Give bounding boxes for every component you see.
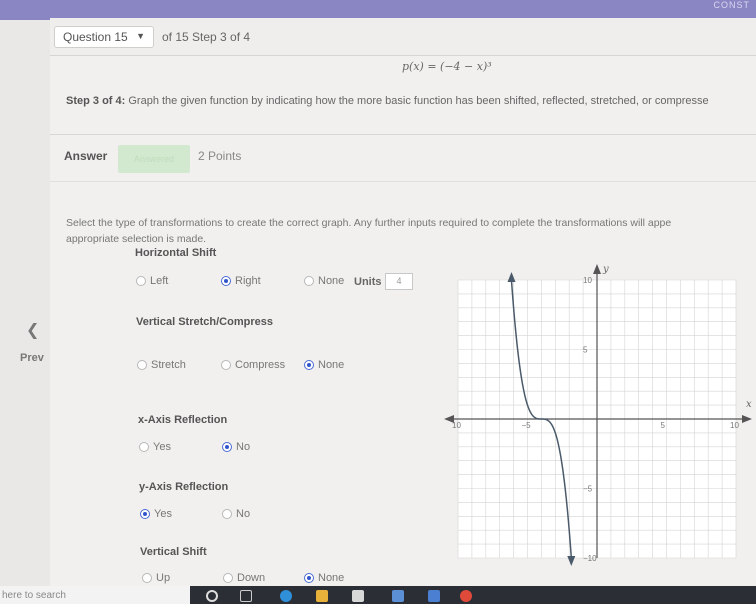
answer-label: Answer xyxy=(64,149,108,163)
radio-x-reflection-no[interactable]: No xyxy=(222,441,250,453)
radio-stretch-none[interactable]: None xyxy=(304,359,344,371)
x-tick-label: 10 xyxy=(452,421,461,430)
taskbar-search-input[interactable]: here to search xyxy=(0,586,190,604)
radio-shift-none[interactable]: None xyxy=(304,572,344,584)
step-text: Graph the given function by indicating h… xyxy=(128,95,709,107)
app-icon[interactable] xyxy=(428,590,440,602)
radio-selected-icon xyxy=(304,573,314,583)
y-tick-label: −10 xyxy=(583,554,597,563)
option-label: No xyxy=(236,508,251,520)
transformation-graph[interactable]: x y 10 −5 5 10 10 5 −5 −10 xyxy=(438,260,756,580)
radio-stretch[interactable]: Stretch xyxy=(137,359,186,371)
instructions: Select the type of transformations to cr… xyxy=(66,215,756,247)
radio-icon xyxy=(137,360,147,370)
x-reflection-title: x-Axis Reflection xyxy=(138,414,228,426)
y-tick-label: −5 xyxy=(583,485,593,494)
x-tick-label: 5 xyxy=(661,421,666,430)
y-axis-label: y xyxy=(602,264,609,275)
option-label: Down xyxy=(237,572,266,584)
question-select[interactable]: Question 15 ▼ xyxy=(54,26,154,48)
radio-selected-icon xyxy=(222,442,232,452)
step-indicator: of 15 Step 3 of 4 xyxy=(162,30,251,44)
vertical-shift-title: Vertical Shift xyxy=(140,546,207,558)
task-view-icon[interactable] xyxy=(240,590,252,602)
x-tick-label: −5 xyxy=(522,421,532,430)
radio-icon xyxy=(304,276,314,286)
option-label: Compress xyxy=(235,359,286,371)
app-icon[interactable] xyxy=(392,590,404,602)
step-label: Step 3 of 4: xyxy=(66,95,126,107)
y-reflection-title: y-Axis Reflection xyxy=(139,481,229,493)
radio-horizontal-right[interactable]: Right xyxy=(221,275,261,287)
top-bar xyxy=(0,0,756,20)
instructions-line-2: appropriate selection is made. xyxy=(66,233,207,245)
radio-y-reflection-yes[interactable]: Yes xyxy=(140,508,172,520)
radio-compress[interactable]: Compress xyxy=(221,359,285,371)
prev-button[interactable]: Prev xyxy=(20,352,44,364)
option-label: Stretch xyxy=(151,359,186,371)
option-label: Right xyxy=(235,275,261,287)
radio-icon xyxy=(136,276,146,286)
option-label: Yes xyxy=(153,441,171,453)
divider xyxy=(50,134,756,135)
radio-shift-down[interactable]: Down xyxy=(223,572,265,584)
vertical-stretch-title: Vertical Stretch/Compress xyxy=(136,316,273,328)
chrome-icon[interactable] xyxy=(460,590,472,602)
store-icon[interactable] xyxy=(352,590,364,602)
option-label: Left xyxy=(150,275,169,287)
option-label: Up xyxy=(156,572,171,584)
divider xyxy=(50,181,756,182)
y-tick-label: 5 xyxy=(583,346,588,355)
chevron-left-icon[interactable]: ❮ xyxy=(26,320,39,340)
x-tick-label: 10 xyxy=(730,421,739,430)
option-label: None xyxy=(318,275,345,287)
instructions-line-1: Select the type of transformations to cr… xyxy=(66,217,672,229)
y-axis-arrow-up-icon xyxy=(593,264,601,274)
file-explorer-icon[interactable] xyxy=(316,590,328,602)
x-axis-arrow-right-icon xyxy=(742,415,752,423)
radio-y-reflection-no[interactable]: No xyxy=(222,508,250,520)
option-label: No xyxy=(236,441,251,453)
radio-icon xyxy=(139,442,149,452)
step-description: Step 3 of 4: Graph the given function by… xyxy=(66,95,709,107)
option-label: None xyxy=(318,572,345,584)
radio-horizontal-left[interactable]: Left xyxy=(136,275,168,287)
radio-shift-up[interactable]: Up xyxy=(142,572,170,584)
question-select-label: Question 15 xyxy=(63,30,128,44)
curve-arrow-down-icon xyxy=(567,556,576,566)
curve-arrow-up-icon xyxy=(507,272,516,282)
radio-selected-icon xyxy=(304,360,314,370)
radio-icon xyxy=(223,573,233,583)
radio-icon xyxy=(221,360,231,370)
units-label: Units xyxy=(354,276,382,288)
units-input[interactable]: 4 xyxy=(385,273,413,290)
edge-icon[interactable] xyxy=(280,590,292,602)
horizontal-shift-title: Horizontal Shift xyxy=(135,247,217,259)
function-expression: p(x) = (−4 − x)³ xyxy=(402,60,492,73)
question-bar xyxy=(50,18,756,56)
option-label: None xyxy=(318,359,345,371)
top-right-label: CONST xyxy=(713,0,750,10)
radio-icon xyxy=(142,573,152,583)
points-label: 2 Points xyxy=(198,149,242,163)
radio-icon xyxy=(222,509,232,519)
radio-horizontal-none[interactable]: None xyxy=(304,275,344,287)
radio-x-reflection-yes[interactable]: Yes xyxy=(139,441,171,453)
cortana-icon[interactable] xyxy=(206,590,218,602)
y-tick-label: 10 xyxy=(583,276,592,285)
chevron-down-icon: ▼ xyxy=(136,31,145,41)
answered-button[interactable]: Answered xyxy=(118,145,190,173)
radio-selected-icon xyxy=(221,276,231,286)
x-axis-label: x xyxy=(746,399,752,410)
option-label: Yes xyxy=(154,508,172,520)
radio-selected-icon xyxy=(140,509,150,519)
